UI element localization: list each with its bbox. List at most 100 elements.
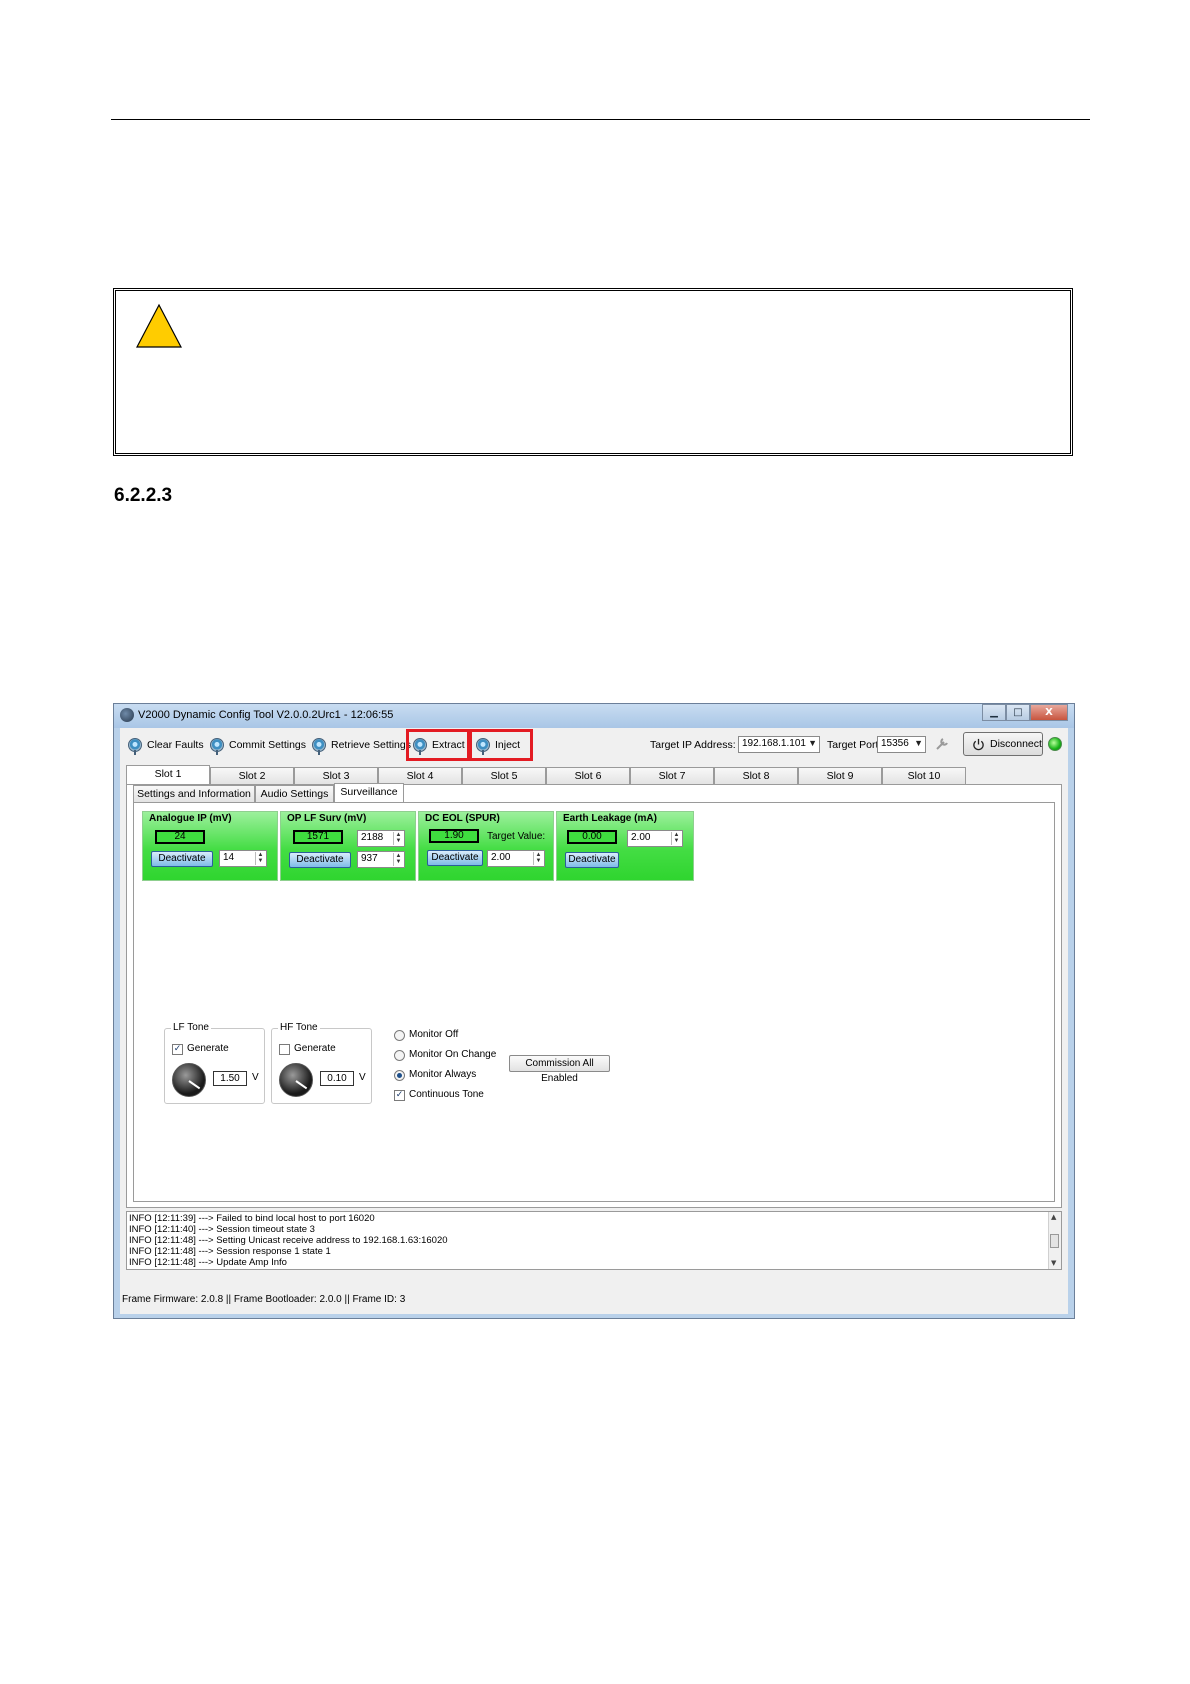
commission-all-enabled-button[interactable]: Commission All Enabled: [509, 1055, 610, 1084]
tab-surveillance[interactable]: Surveillance: [334, 783, 404, 802]
target-port-value: 15356: [881, 738, 909, 749]
monitor-always-label: Monitor Always: [409, 1069, 477, 1080]
warning-box: [113, 288, 1073, 456]
tab-slot-3[interactable]: Slot 3: [294, 767, 378, 784]
minimize-button[interactable]: ▁: [982, 704, 1006, 721]
monitor-always-radio[interactable]: [394, 1070, 405, 1081]
tab-slot-1[interactable]: Slot 1: [126, 765, 210, 784]
target-ip-combo[interactable]: 192.168.1.101 ▼: [738, 736, 820, 753]
power-icon: [973, 738, 984, 750]
commit-settings-button[interactable]: Commit Settings: [210, 736, 307, 755]
tab-slot-8[interactable]: Slot 8: [714, 767, 798, 784]
close-button[interactable]: X: [1030, 704, 1068, 721]
dc-eol-target-label: Target Value:: [487, 831, 546, 842]
earth-leakage-box: Earth Leakage (mA) 0.00 2.00 ▲ ▼ Deactiva…: [556, 811, 694, 881]
op-lf-surv-lower: 937: [361, 853, 378, 864]
log-line: INFO [12:11:48] ---> Setting Unicast rec…: [129, 1235, 448, 1246]
disconnect-button[interactable]: Disconnect: [963, 732, 1043, 756]
tab-slot-5[interactable]: Slot 5: [462, 767, 546, 784]
continuous-tone-checkbox[interactable]: ✓: [394, 1090, 405, 1101]
monitor-on-change-radio[interactable]: [394, 1050, 405, 1061]
op-lf-surv-value: 1571: [293, 830, 343, 844]
dc-eol-target-spinner[interactable]: 2.00 ▲ ▼: [487, 850, 545, 867]
chevron-down-icon: ▼: [808, 738, 817, 748]
hf-tone-group: HF Tone Generate 0.10 V: [271, 1022, 372, 1104]
log-scrollbar[interactable]: ▲ ▼: [1048, 1212, 1061, 1269]
maximize-button[interactable]: □: [1006, 704, 1030, 721]
dc-eol-title: DC EOL (SPUR): [425, 813, 500, 824]
section-number: 6.2.2.3: [114, 485, 173, 506]
analogue-ip-box: Analogue IP (mV) 24 Deactivate 14 ▲ ▼: [142, 811, 278, 881]
clear-faults-button[interactable]: Clear Faults: [128, 736, 204, 755]
warning-triangle-icon: [136, 303, 182, 348]
wrench-icon[interactable]: [934, 736, 950, 752]
lf-generate-checkbox[interactable]: ✓: [172, 1044, 183, 1055]
app-icon: [120, 708, 134, 722]
antenna-icon: [128, 738, 142, 755]
log-line: INFO [12:11:48] ---> Update Amp Info: [129, 1257, 287, 1268]
earth-leakage-deactivate-button[interactable]: Deactivate: [565, 852, 619, 868]
spinner-arrows-icon: ▲ ▼: [533, 852, 543, 865]
monitor-off-radio[interactable]: [394, 1030, 405, 1041]
continuous-tone-label: Continuous Tone: [409, 1089, 484, 1100]
analogue-ip-deactivate-button[interactable]: Deactivate: [151, 851, 213, 867]
analogue-ip-value: 24: [155, 830, 205, 844]
log-line: INFO [12:11:39] ---> Failed to bind loca…: [129, 1213, 375, 1224]
monitor-off-label: Monitor Off: [409, 1029, 459, 1040]
retrieve-settings-button[interactable]: Retrieve Settings: [312, 736, 411, 755]
inject-highlight: [469, 729, 533, 761]
hf-unit: V: [359, 1072, 366, 1083]
earth-leakage-threshold-spinner[interactable]: 2.00 ▲ ▼: [627, 830, 683, 847]
connection-status-led: [1048, 737, 1062, 751]
analogue-ip-threshold-spinner[interactable]: 14 ▲ ▼: [219, 850, 267, 867]
target-port-label: Target Port:: [827, 739, 882, 751]
lf-unit: V: [252, 1072, 259, 1083]
target-ip-value: 192.168.1.101: [742, 738, 806, 749]
tab-slot-9[interactable]: Slot 9: [798, 767, 882, 784]
op-lf-surv-deactivate-button[interactable]: Deactivate: [289, 852, 351, 868]
op-lf-surv-box: OP LF Surv (mV) 1571 2188 ▲ ▼ Deactivate …: [280, 811, 416, 881]
earth-leakage-value: 0.00: [567, 830, 617, 844]
app-window: V2000 Dynamic Config Tool V2.0.0.2Urc1 -…: [113, 703, 1075, 1319]
log-line: INFO [12:11:48] ---> Session response 1 …: [129, 1246, 331, 1257]
clear-faults-label: Clear Faults: [147, 739, 204, 751]
spinner-arrows-icon: ▲ ▼: [255, 852, 265, 865]
disconnect-label: Disconnect: [990, 738, 1042, 750]
target-port-combo[interactable]: 15356 ▼: [877, 736, 926, 753]
scroll-down-icon[interactable]: ▼: [1051, 1259, 1056, 1267]
tab-slot-2[interactable]: Slot 2: [210, 767, 294, 784]
earth-leakage-threshold: 2.00: [631, 832, 651, 843]
op-lf-surv-title: OP LF Surv (mV): [287, 813, 367, 824]
lf-tone-group: LF Tone ✓ Generate 1.50 V: [164, 1022, 265, 1104]
lf-level-knob[interactable]: [172, 1063, 206, 1097]
analogue-ip-title: Analogue IP (mV): [149, 813, 232, 824]
tab-settings-and-information[interactable]: Settings and Information: [133, 785, 255, 802]
tab-audio-settings[interactable]: Audio Settings: [255, 785, 334, 802]
analogue-ip-threshold: 14: [223, 852, 235, 863]
window-title: V2000 Dynamic Config Tool V2.0.0.2Urc1 -…: [138, 709, 394, 721]
spinner-arrows-icon: ▲ ▼: [393, 832, 403, 845]
monitor-on-change-label: Monitor On Change: [409, 1049, 497, 1060]
antenna-icon: [312, 738, 326, 755]
window-controls: ▁ □ X: [982, 704, 1068, 722]
surveillance-panel: Analogue IP (mV) 24 Deactivate 14 ▲ ▼ OP …: [133, 802, 1055, 1202]
op-lf-surv-upper-spinner[interactable]: 2188 ▲ ▼: [357, 830, 405, 847]
scroll-thumb[interactable]: [1050, 1234, 1059, 1248]
hf-level-knob[interactable]: [279, 1063, 313, 1097]
dc-eol-deactivate-button[interactable]: Deactivate: [427, 850, 483, 866]
commit-settings-label: Commit Settings: [229, 739, 307, 751]
spinner-arrows-icon: ▲ ▼: [393, 853, 403, 866]
tab-slot-4[interactable]: Slot 4: [378, 767, 462, 784]
hf-level-value: 0.10: [320, 1071, 354, 1086]
tab-slot-6[interactable]: Slot 6: [546, 767, 630, 784]
extract-highlight: [406, 729, 470, 761]
op-lf-surv-upper: 2188: [361, 832, 384, 843]
op-lf-surv-lower-spinner[interactable]: 937 ▲ ▼: [357, 851, 405, 868]
status-bar: Frame Firmware: 2.0.8 || Frame Bootloade…: [122, 1294, 406, 1305]
hf-generate-checkbox[interactable]: [279, 1044, 290, 1055]
lf-tone-title: LF Tone: [171, 1022, 211, 1033]
client-area: Clear Faults Commit Settings Retrieve Se…: [120, 728, 1068, 1314]
scroll-up-icon[interactable]: ▲: [1051, 1213, 1056, 1221]
tab-slot-7[interactable]: Slot 7: [630, 767, 714, 784]
tab-slot-10[interactable]: Slot 10: [882, 767, 966, 784]
